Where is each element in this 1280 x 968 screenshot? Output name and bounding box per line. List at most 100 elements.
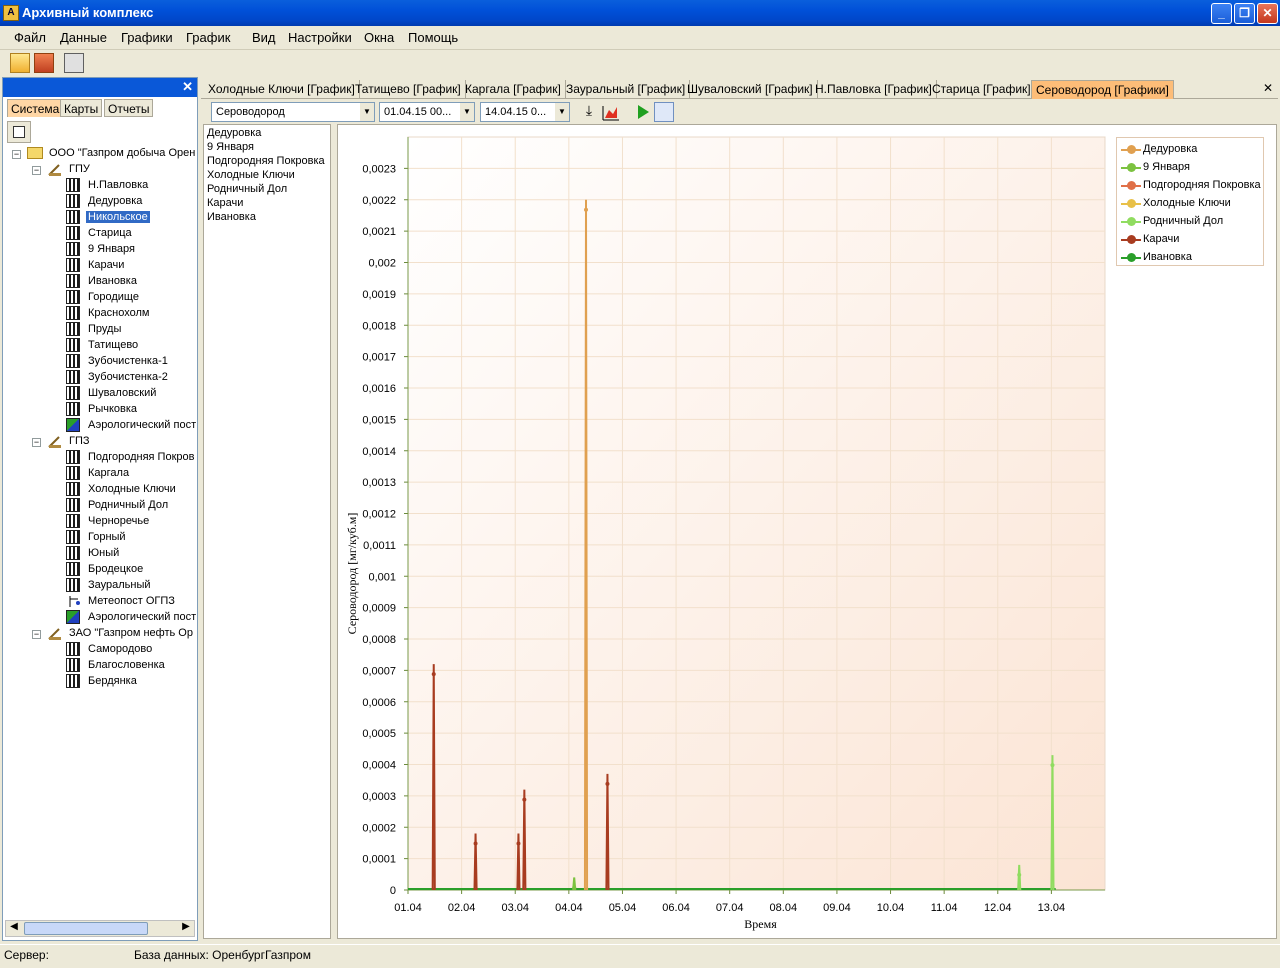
tree-item[interactable]: Дедуровка	[66, 194, 197, 210]
tree-group[interactable]: ГПУ	[47, 162, 197, 178]
tree-item[interactable]: Родничный Дол	[66, 498, 197, 514]
station-icon	[66, 258, 80, 272]
tree-item-label: 9 Января	[88, 243, 135, 255]
date-from-select[interactable]: 01.04.15 00... ▼	[379, 102, 475, 122]
tab-staritsa[interactable]: Старица [График]	[928, 80, 1036, 99]
tree-item[interactable]: Н.Павловка	[66, 178, 197, 194]
open-icon[interactable]	[10, 53, 30, 73]
collapse-icon[interactable]: −	[12, 150, 21, 159]
tree-item[interactable]: Бердянка	[66, 674, 197, 690]
close-tab-icon[interactable]: ✕	[1263, 81, 1273, 95]
tab-tatishchevo[interactable]: Татищево [График]	[351, 80, 466, 99]
station-icon	[66, 370, 80, 384]
tab-zauralny[interactable]: Зауральный [График]	[562, 80, 691, 99]
tree-item[interactable]: Никольское	[66, 210, 197, 226]
station-icon	[66, 658, 80, 672]
tree-item[interactable]: Карачи	[66, 258, 197, 274]
play-icon[interactable]	[633, 102, 653, 122]
tree-item[interactable]: Самородово	[66, 642, 197, 658]
station-list-item[interactable]: Родничный Дол	[204, 183, 330, 197]
y-tick-label: 0,0013	[362, 477, 396, 489]
tree-item[interactable]: Каргала	[66, 466, 197, 482]
tree-view-button[interactable]	[7, 121, 31, 143]
tree-item[interactable]: Краснохолм	[66, 306, 197, 322]
tree-item[interactable]: Пруды	[66, 322, 197, 338]
tab-reports[interactable]: Отчеты	[104, 99, 154, 117]
scroll-right-icon[interactable]: ▶	[178, 921, 194, 936]
tab-kargala[interactable]: Каргала [График]	[461, 80, 566, 99]
tree-group[interactable]: ООО "Газпром добыча Орен	[27, 146, 197, 162]
tree-item[interactable]: Благословенка	[66, 658, 197, 674]
tree-item[interactable]: Рычковка	[66, 402, 197, 418]
tab-holodnye-klyuchi[interactable]: Холодные Ключи [График]	[204, 80, 360, 99]
horizontal-scrollbar[interactable]: ◀ ▶	[5, 920, 195, 937]
tree-item[interactable]: Подгородняя Покров	[66, 450, 197, 466]
window-title: Архивный комплекс	[22, 5, 154, 20]
menu-view[interactable]: Вид	[252, 30, 276, 45]
tree-item[interactable]: Шуваловский	[66, 386, 197, 402]
tree-group[interactable]: ГПЗ	[47, 434, 197, 450]
x-tick-label: 02.04	[448, 902, 476, 914]
tree-item[interactable]: Горный	[66, 530, 197, 546]
image-icon[interactable]	[34, 53, 54, 73]
scroll-left-icon[interactable]: ◀	[6, 921, 22, 936]
date-to-select[interactable]: 14.04.15 0... ▼	[480, 102, 570, 122]
tab-npavlovka[interactable]: Н.Павловка [График]	[811, 80, 937, 99]
tree-item[interactable]: Аэрологический пост	[66, 610, 197, 626]
legend-marker	[1127, 235, 1136, 244]
restore-button[interactable]: ❐	[1234, 3, 1255, 24]
scroll-thumb[interactable]	[24, 922, 148, 935]
station-list-item[interactable]: Дедуровка	[204, 127, 330, 141]
tab-system[interactable]: Система	[7, 99, 64, 117]
tree-item[interactable]: Холодные Ключи	[66, 482, 197, 498]
y-tick-label: 0,0002	[362, 822, 396, 834]
collapse-icon[interactable]: −	[32, 166, 41, 175]
x-tick-label: 10.04	[877, 902, 905, 914]
menu-windows[interactable]: Окна	[364, 30, 394, 45]
tree-item[interactable]: Городище	[66, 290, 197, 306]
tree-item[interactable]: Метеопост ОГПЗ	[66, 594, 197, 610]
download-icon[interactable]: ⤓	[579, 102, 599, 122]
tree-item-label: Карачи	[88, 259, 125, 271]
station-list-item[interactable]: Подгородняя Покровка	[204, 155, 330, 169]
close-icon[interactable]: ✕	[182, 79, 193, 95]
tab-hydrogen-sulfide[interactable]: Сероводород [Графики]	[1031, 80, 1174, 99]
menu-settings[interactable]: Настройки	[288, 30, 352, 45]
menu-help[interactable]: Помощь	[408, 30, 458, 45]
station-list-item[interactable]: Холодные Ключи	[204, 169, 330, 183]
substance-select[interactable]: Сероводород ▼	[211, 102, 375, 122]
tab-shuvalovsky[interactable]: Шуваловский [График]	[683, 80, 818, 99]
tree-item[interactable]: Зубочистенка-2	[66, 370, 197, 386]
tree-item[interactable]: Юный	[66, 546, 197, 562]
tree-item[interactable]: 9 Января	[66, 242, 197, 258]
tree-group[interactable]: ЗАО "Газпром нефть Ор	[47, 626, 197, 642]
window-settings-icon[interactable]	[654, 102, 674, 122]
station-list-item[interactable]: Карачи	[204, 197, 330, 211]
tree-item-label: Татищево	[88, 339, 139, 351]
minimize-button[interactable]: _	[1211, 3, 1232, 24]
tree-item[interactable]: Ивановка	[66, 274, 197, 290]
close-button[interactable]: ✕	[1257, 3, 1278, 24]
collapse-icon[interactable]: −	[32, 630, 41, 639]
tree-item[interactable]: Старица	[66, 226, 197, 242]
chart-type-icon[interactable]	[601, 102, 621, 122]
station-list-item[interactable]: 9 Января	[204, 141, 330, 155]
menu-file[interactable]: Файл	[14, 30, 46, 45]
menu-chart[interactable]: График	[186, 30, 230, 45]
tree-item[interactable]: Татищево	[66, 338, 197, 354]
station-list-item[interactable]: Ивановка	[204, 211, 330, 225]
tree-item[interactable]: Чернoречье	[66, 514, 197, 530]
x-tick-label: 05.04	[609, 902, 637, 914]
collapse-icon[interactable]: −	[32, 438, 41, 447]
settings-icon[interactable]	[64, 53, 84, 73]
menu-data[interactable]: Данные	[60, 30, 107, 45]
tree-item[interactable]: Аэрологический пост	[66, 418, 197, 434]
tab-maps[interactable]: Карты	[60, 99, 103, 117]
tree-item[interactable]: Бродецкое	[66, 562, 197, 578]
tree-item[interactable]: Зауральный	[66, 578, 197, 594]
station-icon	[66, 402, 80, 416]
station-icon	[66, 386, 80, 400]
tree-item-label: Аэрологический пост	[88, 611, 197, 623]
menu-charts[interactable]: Графики	[121, 30, 173, 45]
tree-item[interactable]: Зубочистенка-1	[66, 354, 197, 370]
